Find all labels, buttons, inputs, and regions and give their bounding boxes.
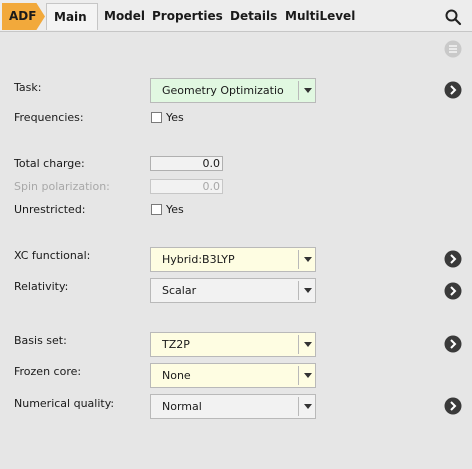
panel-menu-icon[interactable]: [444, 40, 462, 58]
combo-separator: [298, 366, 299, 385]
numerical-quality-select[interactable]: Normal: [150, 394, 316, 419]
basis-set-select[interactable]: TZ2P: [150, 332, 316, 357]
relativity-select[interactable]: Scalar: [150, 278, 316, 303]
frequencies-label: Frequencies:: [14, 111, 84, 124]
basis-set-label: Basis set:: [14, 334, 67, 347]
total-charge-label: Total charge:: [14, 157, 85, 170]
tab-main[interactable]: Main: [46, 3, 98, 30]
adf-menu-tab[interactable]: ADF: [2, 3, 45, 30]
spin-polarization-label: Spin polarization:: [14, 180, 110, 193]
combo-separator: [298, 281, 299, 300]
numerical-quality-details-button[interactable]: [444, 397, 462, 415]
tab-bar: ADF Main Model Properties Details MultiL…: [0, 0, 472, 32]
xc-functional-label: XC functional:: [14, 249, 91, 262]
chevron-down-icon: [304, 288, 312, 293]
relativity-label: Relativity:: [14, 280, 69, 293]
frequencies-checkbox[interactable]: [151, 112, 162, 123]
spin-polarization-field: 0.0: [150, 179, 223, 194]
chevron-down-icon: [304, 88, 312, 93]
unrestricted-checkbox-label[interactable]: Yes: [166, 203, 184, 216]
combo-separator: [298, 335, 299, 354]
combo-separator: [298, 81, 299, 100]
frequencies-checkbox-label[interactable]: Yes: [166, 111, 184, 124]
tab-details[interactable]: Details: [230, 3, 277, 30]
tab-model[interactable]: Model: [104, 3, 145, 30]
chevron-down-icon: [304, 404, 312, 409]
basis-set-details-button[interactable]: [444, 335, 462, 353]
task-select[interactable]: Geometry Optimizatio: [150, 78, 316, 103]
task-details-button[interactable]: [444, 81, 462, 99]
frozen-core-value: None: [162, 369, 191, 382]
frozen-core-select[interactable]: None: [150, 363, 316, 388]
chevron-down-icon: [304, 257, 312, 262]
frozen-core-label: Frozen core:: [14, 365, 82, 378]
basis-set-value: TZ2P: [162, 338, 190, 351]
tab-properties[interactable]: Properties: [152, 3, 223, 30]
task-label: Task:: [14, 81, 42, 94]
chevron-down-icon: [304, 373, 312, 378]
chevron-down-icon: [304, 342, 312, 347]
relativity-details-button[interactable]: [444, 282, 462, 300]
task-value: Geometry Optimizatio: [162, 84, 284, 97]
numerical-quality-value: Normal: [162, 400, 202, 413]
relativity-value: Scalar: [162, 284, 197, 297]
combo-separator: [298, 250, 299, 269]
xc-functional-details-button[interactable]: [444, 250, 462, 268]
total-charge-field[interactable]: 0.0: [150, 156, 223, 171]
unrestricted-label: Unrestricted:: [14, 203, 86, 216]
tab-multilevel[interactable]: MultiLevel: [285, 3, 355, 30]
combo-separator: [298, 397, 299, 416]
unrestricted-checkbox[interactable]: [151, 204, 162, 215]
numerical-quality-label: Numerical quality:: [14, 397, 115, 410]
xc-functional-select[interactable]: Hybrid:B3LYP: [150, 247, 316, 272]
xc-functional-value: Hybrid:B3LYP: [162, 253, 235, 266]
search-icon[interactable]: [444, 8, 462, 26]
